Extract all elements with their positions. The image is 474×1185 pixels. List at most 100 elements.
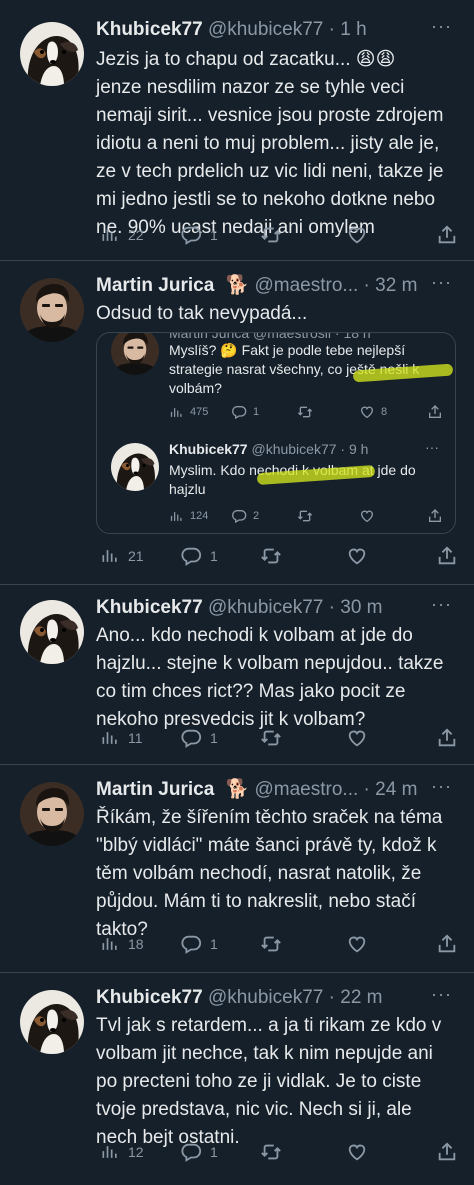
views-button[interactable]: 22	[100, 223, 144, 247]
tweet-text: Jezis ja to chapu od zacatku... 😩😩 jenze…	[96, 46, 462, 242]
divider	[0, 260, 474, 261]
display-name[interactable]: Martin Jurica	[96, 779, 214, 800]
retweet-icon	[260, 1141, 282, 1163]
share-button[interactable]	[436, 932, 458, 956]
heart-icon	[346, 727, 368, 749]
tweet[interactable]: Khubicek77 @khubicek77 · 22 m ··· Tvl ja…	[0, 984, 474, 1176]
retweet-button[interactable]	[297, 403, 313, 421]
tweet[interactable]: Martin Jurica 🐕 @maestro... · 24 m ··· Ř…	[0, 776, 474, 968]
views-count: 18	[128, 936, 144, 952]
timestamp[interactable]: 22 m	[340, 987, 382, 1008]
quoted-tweet[interactable]: Khubicek77 @khubicek77 · 9 h ··· Myslim.…	[97, 437, 455, 533]
like-count: 8	[381, 406, 388, 418]
action-bar: 475 1 8	[169, 403, 445, 421]
reply-button[interactable]: 1	[180, 223, 218, 247]
share-button[interactable]	[436, 223, 458, 247]
views-button[interactable]: 124	[169, 507, 208, 525]
like-button[interactable]	[346, 726, 368, 750]
separator-dot: ·	[328, 597, 335, 618]
views-count: 21	[128, 548, 144, 564]
tweet[interactable]: Martin Jurica 🐕 @maestro... · 32 m ··· O…	[0, 272, 474, 574]
tweet-text: Tvl jak s retardem... a ja ti rikam ze k…	[96, 1012, 462, 1152]
more-options-icon[interactable]: ···	[431, 984, 452, 1005]
retweet-button[interactable]	[297, 507, 313, 525]
tweet[interactable]: Khubicek77 @khubicek77 · 1 h ··· Jezis j…	[0, 16, 474, 258]
share-icon	[436, 545, 458, 567]
views-button[interactable]: 21	[100, 544, 144, 568]
divider	[0, 764, 474, 765]
share-button[interactable]	[427, 507, 443, 525]
display-name[interactable]: Khubicek77	[96, 597, 203, 618]
views-button[interactable]: 11	[100, 726, 143, 750]
quoted-thread[interactable]: Martin Jurica @maestrosil · 18 h Myslíš?…	[96, 332, 456, 534]
reply-button[interactable]: 2	[231, 507, 259, 525]
avatar[interactable]	[20, 600, 84, 664]
reply-button[interactable]: 1	[180, 544, 218, 568]
avatar[interactable]	[20, 278, 84, 342]
tweet[interactable]: Khubicek77 @khubicek77 · 30 m ··· Ano...…	[0, 594, 474, 756]
like-button[interactable]	[346, 932, 368, 956]
text-line: Jezis ja to chapu od zacatku... 😩😩	[96, 49, 396, 70]
text-line: Tvl jak s retardem... a ja ti rikam ze k…	[96, 1015, 442, 1036]
retweet-button[interactable]	[260, 544, 282, 568]
quoted-header: Khubicek77 @khubicek77 · 9 h	[169, 441, 368, 457]
like-button[interactable]	[359, 507, 375, 525]
timestamp[interactable]: 30 m	[340, 597, 382, 618]
handle[interactable]: @maestro...	[255, 275, 359, 296]
views-button[interactable]: 475	[169, 403, 208, 421]
retweet-button[interactable]	[260, 726, 282, 750]
avatar[interactable]	[20, 22, 84, 86]
text-line: tvoje predstava, nic vic. Nech si ji, al…	[96, 1099, 412, 1120]
avatar[interactable]	[20, 990, 84, 1054]
reply-icon	[180, 933, 202, 955]
display-name[interactable]: Martin Jurica	[96, 275, 214, 296]
like-button[interactable]	[346, 223, 368, 247]
views-button[interactable]: 12	[100, 1140, 144, 1164]
views-count: 12	[128, 1144, 144, 1160]
avatar	[111, 443, 159, 491]
more-options-icon[interactable]: ···	[431, 16, 452, 37]
display-name[interactable]: Khubicek77	[96, 987, 203, 1008]
display-name: Khubicek77	[169, 441, 248, 457]
text-line: Říkám, že šířením těchto sraček na téma	[96, 807, 443, 828]
avatar[interactable]	[20, 782, 84, 846]
like-button[interactable]	[346, 1140, 368, 1164]
more-options-icon[interactable]: ···	[431, 272, 452, 293]
retweet-button[interactable]	[260, 1140, 282, 1164]
share-button[interactable]	[436, 1140, 458, 1164]
share-button[interactable]	[427, 403, 443, 421]
handle[interactable]: @khubicek77	[208, 597, 323, 618]
like-button[interactable]: 8	[359, 403, 387, 421]
more-options-icon[interactable]: ···	[431, 776, 452, 797]
reply-button[interactable]: 1	[180, 932, 218, 956]
handle[interactable]: @khubicek77	[208, 987, 323, 1008]
share-icon	[436, 933, 458, 955]
divider	[0, 972, 474, 973]
display-name[interactable]: Khubicek77	[96, 19, 203, 40]
handle[interactable]: @maestro...	[255, 779, 359, 800]
share-button[interactable]	[436, 726, 458, 750]
more-options-icon[interactable]: ···	[425, 439, 439, 455]
text-line: volbam jit nechce, tak k nim nepujde ani	[96, 1043, 433, 1064]
reply-button[interactable]: 1	[231, 403, 259, 421]
reply-count: 1	[210, 730, 218, 746]
like-button[interactable]	[346, 544, 368, 568]
handle[interactable]: @khubicek77	[208, 19, 323, 40]
retweet-button[interactable]	[260, 223, 282, 247]
share-button[interactable]	[436, 544, 458, 568]
quoted-tweet[interactable]: Martin Jurica @maestrosil · 18 h Myslíš?…	[97, 333, 455, 429]
action-bar: 12 1	[96, 1140, 460, 1164]
timestamp[interactable]: 1 h	[340, 19, 366, 40]
views-icon	[169, 509, 184, 524]
timestamp[interactable]: 32 m	[375, 275, 417, 296]
views-button[interactable]: 18	[100, 932, 144, 956]
more-options-icon[interactable]: ···	[431, 594, 452, 615]
share-icon	[427, 404, 443, 420]
text-line: půjdou. Mám ti to nakreslit, nebo stačí	[96, 891, 416, 912]
reply-button[interactable]: 1	[180, 726, 218, 750]
views-count: 475	[190, 406, 209, 418]
timestamp[interactable]: 24 m	[375, 779, 417, 800]
retweet-button[interactable]	[260, 932, 282, 956]
reply-button[interactable]: 1	[180, 1140, 218, 1164]
dog-emoji-icon: 🐕	[225, 779, 250, 800]
